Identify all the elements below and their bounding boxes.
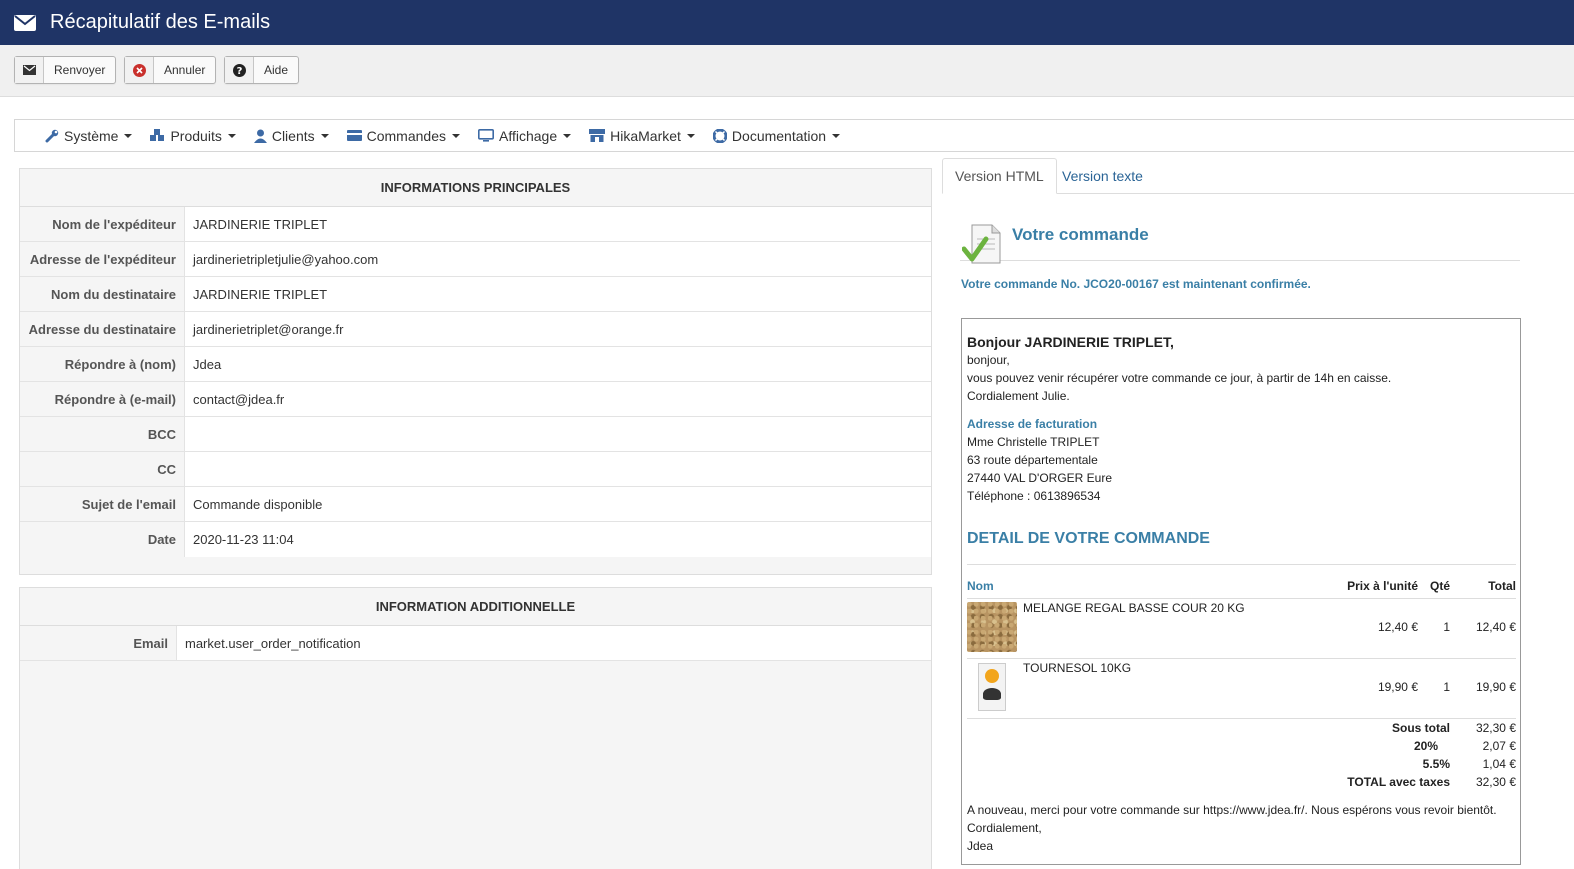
menu-item-produits[interactable]: Produits — [150, 128, 236, 144]
menu-item-affichage[interactable]: Affichage — [478, 128, 572, 144]
order-confirmation: Votre commande No. JCO20-00167 est maint… — [961, 277, 1311, 291]
item-unit-price: 12,40 € — [1377, 620, 1418, 634]
cancel-button-label: Annuler — [164, 63, 206, 77]
billing-line: Mme Christelle TRIPLET — [967, 435, 1100, 449]
info-row-sender-address: Adresse de l'expéditeur jardinerietriplet… — [20, 242, 931, 277]
greeting: Bonjour JARDINERIE TRIPLET, — [967, 334, 1174, 350]
envelope-icon — [14, 14, 36, 31]
billing-line: Téléphone : 0613896534 — [967, 489, 1101, 503]
info-row-date: Date 2020-11-23 11:04 — [20, 522, 931, 557]
footer-line: Cordialement, — [967, 821, 1042, 835]
body-line: bonjour, — [967, 353, 1010, 367]
additional-info-panel: INFORMATION ADDITIONNELLE Email market.us… — [19, 587, 932, 869]
subtotal-value: 32,30 € — [1475, 721, 1516, 735]
cubes-icon — [150, 129, 165, 142]
order-detail-title: DETAIL DE VOTRE COMMANDE — [967, 530, 1210, 547]
billing-title: Adresse de facturation — [967, 417, 1098, 431]
tab-html-version[interactable]: Version HTML — [942, 158, 1057, 194]
info-row-recipient-address: Adresse du destinataire jardinerietriplet… — [20, 312, 931, 347]
col-total: Total — [1488, 579, 1516, 593]
help-button[interactable]: ? Aide — [224, 56, 300, 84]
tax-20-label: 20% — [1413, 739, 1438, 753]
divider — [967, 564, 1516, 565]
product-thumbnail[interactable] — [978, 663, 1006, 711]
item-name: TOURNESOL 10KG — [1023, 661, 1132, 675]
version-tabs: Version HTML Version texte — [942, 158, 1574, 194]
info-row-bcc: BCC — [20, 417, 931, 452]
page-title: Récapitulatif des E-mails — [50, 11, 271, 33]
item-total: 19,90 € — [1475, 680, 1516, 694]
item-qty: 1 — [1443, 680, 1450, 694]
email-preview-heading: Votre commande — [960, 219, 1520, 264]
divider — [967, 598, 1516, 599]
product-thumbnail[interactable] — [967, 602, 1017, 652]
help-button-label: Aide — [264, 63, 289, 77]
question-icon: ? — [225, 57, 254, 83]
tax-55-value: 1,04 € — [1482, 757, 1516, 771]
item-name: MELANGE REGAL BASSE COUR 20 KG — [1023, 601, 1245, 615]
caret-down-icon — [686, 133, 695, 138]
caret-down-icon — [452, 133, 460, 138]
billing-line: 27440 VAL D'ORGER Eure — [967, 471, 1113, 485]
lifebuoy-icon — [712, 128, 727, 143]
info-row-reply-name: Répondre à (nom) Jdea — [20, 347, 931, 382]
document-check-icon — [961, 221, 1008, 270]
resend-button-label: Renvoyer — [54, 63, 106, 77]
item-qty: 1 — [1443, 620, 1450, 634]
menu-item-systeme[interactable]: Système — [45, 128, 133, 144]
footer-line: Jdea — [967, 839, 994, 853]
resend-button[interactable]: Renvoyer — [14, 56, 117, 84]
col-qty: Qté — [1429, 579, 1450, 593]
toolbar: Renvoyer Annuler ? Aide — [0, 45, 1574, 97]
info-row-subject: Sujet de l'email Commande disponible — [20, 487, 931, 522]
subtotal-label: Sous total — [1391, 721, 1450, 735]
item-total: 12,40 € — [1475, 620, 1516, 634]
menu-item-clients[interactable]: Clients — [253, 128, 329, 144]
user-icon — [253, 129, 267, 143]
info-row-reply-email: Répondre à (e-mail) contact@jdea.fr — [20, 382, 931, 417]
wrench-icon — [45, 129, 59, 143]
tax-20-value: 2,07 € — [1482, 739, 1516, 753]
info-row-cc: CC — [20, 452, 931, 487]
panel-title: INFORMATIONS PRINCIPALES — [20, 169, 931, 207]
divider — [967, 658, 1516, 659]
col-name: Nom — [967, 579, 994, 593]
store-icon — [589, 129, 606, 142]
menu-item-hikamarket[interactable]: HikaMarket — [589, 128, 695, 144]
footer-line: A nouveau, merci pour votre commande sur… — [967, 803, 1497, 817]
caret-down-icon — [563, 133, 572, 138]
envelope-icon — [15, 57, 44, 83]
caret-down-icon — [832, 133, 841, 138]
caret-down-icon — [227, 133, 236, 138]
menu-item-commandes[interactable]: Commandes — [346, 128, 460, 144]
info-row-email-type: Email market.user_order_notification — [20, 626, 931, 661]
cancel-icon — [125, 57, 154, 83]
cancel-button[interactable]: Annuler — [124, 56, 217, 84]
tax-55-label: 5.5% — [1422, 757, 1450, 771]
menu-item-documentation[interactable]: Documentation — [712, 128, 841, 144]
tab-text-version[interactable]: Version texte — [1050, 158, 1155, 194]
panel-title: INFORMATION ADDITIONNELLE — [20, 588, 931, 626]
monitor-icon — [478, 129, 494, 142]
caret-down-icon — [320, 133, 329, 138]
main-menu: Système Produits Clients Commandes Affic… — [14, 119, 1574, 152]
body-line: vous pouvez venir récupérer votre comman… — [967, 371, 1392, 385]
info-row-sender-name: Nom de l'expéditeur JARDINERIE TRIPLET — [20, 207, 931, 242]
page-header: Récapitulatif des E-mails — [0, 0, 1574, 45]
total-label: TOTAL avec taxes — [1347, 775, 1450, 789]
email-heading: Votre commande — [1012, 225, 1149, 244]
divider — [967, 718, 1516, 719]
email-body: Bonjour JARDINERIE TRIPLET, bonjour, vou… — [961, 318, 1521, 865]
credit-card-icon — [346, 130, 362, 141]
caret-down-icon — [124, 133, 133, 138]
total-value: 32,30 € — [1475, 775, 1516, 789]
info-row-recipient-name: Nom du destinataire JARDINERIE TRIPLET — [20, 277, 931, 312]
billing-line: 63 route départementale — [967, 453, 1098, 467]
body-line: Cordialement Julie. — [967, 389, 1070, 403]
col-unit-price: Prix à l'unité — [1347, 579, 1418, 593]
main-info-panel: INFORMATIONS PRINCIPALES Nom de l'expédi… — [19, 168, 932, 575]
svg-text:?: ? — [236, 66, 242, 77]
item-unit-price: 19,90 € — [1377, 680, 1418, 694]
